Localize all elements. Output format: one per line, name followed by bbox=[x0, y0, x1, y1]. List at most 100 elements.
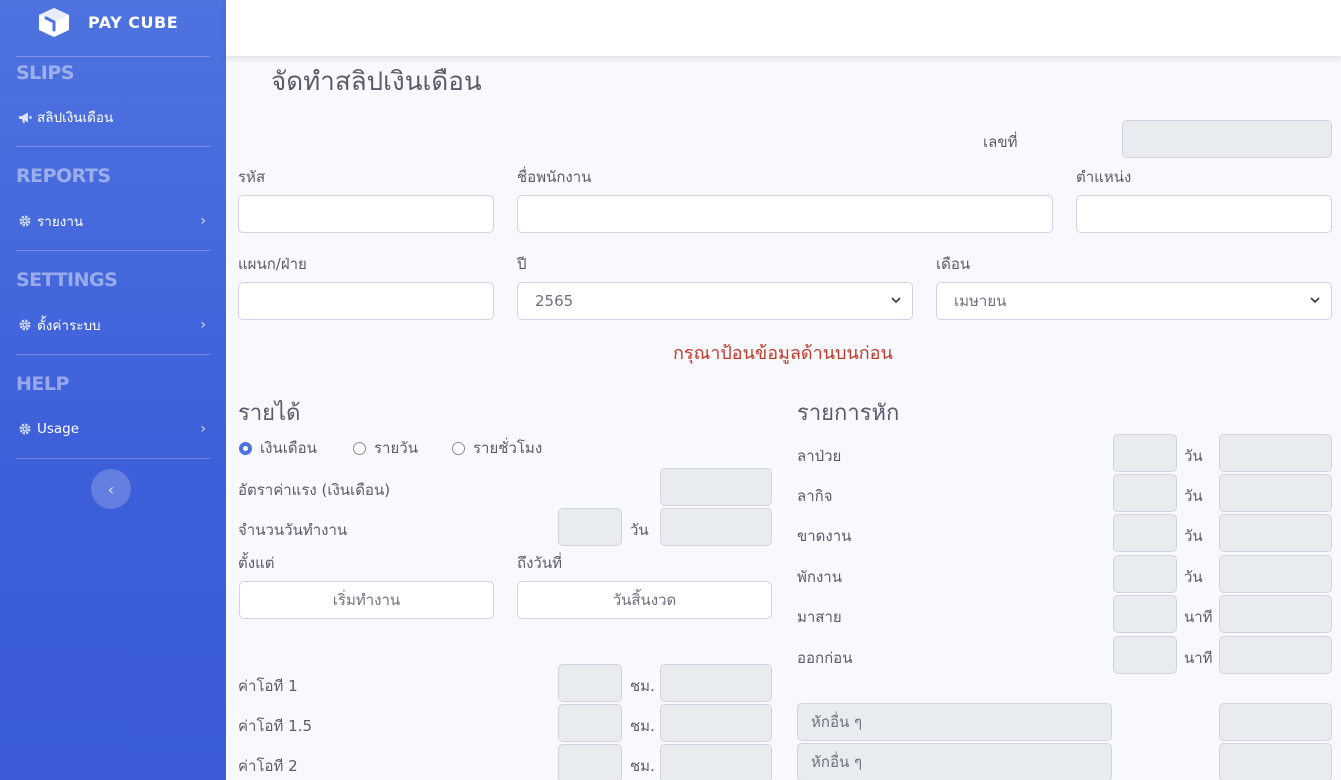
deduction-amount-field[interactable] bbox=[1219, 595, 1332, 633]
deduction-unit: วัน bbox=[1184, 447, 1203, 465]
department-field[interactable] bbox=[238, 282, 494, 320]
deduction-qty-field[interactable] bbox=[1113, 636, 1177, 674]
employee-name-label: ชื่อพนักงาน bbox=[517, 168, 592, 186]
sidebar-heading-settings: SETTINGS bbox=[16, 269, 118, 291]
sidebar-item-label: Usage bbox=[37, 421, 80, 437]
workdays-amount-field[interactable] bbox=[660, 508, 772, 546]
end-date-button[interactable]: วันสิ้นงวด bbox=[517, 581, 772, 619]
brand[interactable]: PAY CUBE bbox=[0, 0, 226, 44]
other-deduction-placeholder: หักอื่น ๆ bbox=[811, 753, 863, 771]
other-deduction-field[interactable]: หักอื่น ๆ bbox=[797, 743, 1112, 780]
deduction-qty-field[interactable] bbox=[1113, 474, 1177, 512]
sidebar-divider bbox=[16, 56, 210, 57]
other-deduction-amount-field[interactable] bbox=[1219, 703, 1332, 741]
workdays-label: จำนวนวันทำงาน bbox=[238, 521, 348, 539]
code-field[interactable] bbox=[238, 195, 494, 233]
deduction-qty-field[interactable] bbox=[1113, 434, 1177, 472]
sidebar-item-salary-slip[interactable]: สลิปเงินเดือน bbox=[0, 99, 226, 135]
deduction-label: พักงาน bbox=[797, 568, 842, 586]
deduction-unit: นาที bbox=[1184, 649, 1213, 667]
month-select[interactable]: เมษายน bbox=[936, 282, 1332, 320]
deduction-amount-field[interactable] bbox=[1219, 514, 1332, 552]
year-label: ปี bbox=[517, 255, 527, 273]
radio-label: รายชั่วโมง bbox=[473, 439, 543, 457]
radio-unchecked-icon bbox=[353, 441, 366, 455]
deduction-label: ลากิจ bbox=[797, 487, 833, 505]
sidebar-divider bbox=[16, 354, 210, 355]
workdays-unit: วัน bbox=[630, 521, 649, 539]
to-label: ถึงวันที่ bbox=[517, 554, 562, 572]
ot-hours-field[interactable] bbox=[558, 744, 622, 780]
deduction-label: ลาป่วย bbox=[797, 447, 842, 465]
gear-icon bbox=[17, 317, 33, 333]
deduction-amount-field[interactable] bbox=[1219, 434, 1332, 472]
employee-name-field[interactable] bbox=[517, 195, 1053, 233]
page-title: จัดทำสลิปเงินเดือน bbox=[271, 67, 482, 97]
sidebar-toggle-button[interactable]: ‹ bbox=[91, 469, 131, 509]
ot-unit: ชม. bbox=[630, 717, 655, 735]
topbar bbox=[226, 0, 1341, 56]
sidebar-item-label: สลิปเงินเดือน bbox=[37, 110, 114, 126]
ot-hours-field[interactable] bbox=[558, 704, 622, 742]
ot-amount-field[interactable] bbox=[660, 664, 772, 702]
radio-label: เงินเดือน bbox=[260, 439, 317, 457]
sidebar-item-usage[interactable]: Usage › bbox=[0, 411, 226, 447]
pay-type-monthly-radio[interactable]: เงินเดือน bbox=[239, 436, 317, 460]
deduction-amount-field[interactable] bbox=[1219, 474, 1332, 512]
sidebar-heading-slips: SLIPS bbox=[16, 62, 74, 84]
from-label: ตั้งแต่ bbox=[238, 554, 275, 572]
ot-amount-field[interactable] bbox=[660, 744, 772, 780]
ot-hours-field[interactable] bbox=[558, 664, 622, 702]
deductions-title: รายการหัก bbox=[797, 401, 900, 426]
income-title: รายได้ bbox=[238, 401, 301, 426]
warning-message: กรุณาป้อนข้อมูลด้านบนก่อน bbox=[673, 343, 893, 364]
deduction-unit: วัน bbox=[1184, 568, 1203, 586]
year-select[interactable]: 2565 bbox=[517, 282, 913, 320]
chevron-down-icon bbox=[1310, 297, 1320, 304]
department-label: แผนก/ฝ่าย bbox=[238, 255, 307, 273]
sidebar-item-reports[interactable]: รายงาน › bbox=[0, 203, 226, 239]
deduction-amount-field[interactable] bbox=[1219, 636, 1332, 674]
position-field[interactable] bbox=[1076, 195, 1332, 233]
pay-type-hourly-radio[interactable]: รายชั่วโมง bbox=[452, 436, 542, 460]
sidebar-heading-help: HELP bbox=[16, 373, 69, 395]
other-deduction-placeholder: หักอื่น ๆ bbox=[811, 713, 863, 731]
deduction-qty-field[interactable] bbox=[1113, 555, 1177, 593]
sidebar-item-settings[interactable]: ตั้งค่าระบบ › bbox=[0, 307, 226, 343]
sidebar: PAY CUBE SLIPS สลิปเงินเดือน REPORTS ราย… bbox=[0, 0, 226, 780]
chevron-down-icon bbox=[891, 297, 901, 304]
megaphone-icon bbox=[17, 109, 33, 125]
radio-checked-icon bbox=[239, 441, 252, 455]
rate-field[interactable] bbox=[660, 468, 772, 506]
rate-label: อัตราค่าแรง (เงินเดือน) bbox=[238, 481, 391, 499]
start-date-button[interactable]: เริ่มทำงาน bbox=[239, 581, 494, 619]
other-deduction-amount-field[interactable] bbox=[1219, 743, 1332, 780]
sidebar-divider bbox=[16, 146, 210, 147]
month-select-value: เมษายน bbox=[954, 292, 1007, 310]
pay-type-daily-radio[interactable]: รายวัน bbox=[353, 436, 418, 460]
deduction-qty-field[interactable] bbox=[1113, 514, 1177, 552]
chevron-right-icon: › bbox=[200, 213, 206, 229]
sidebar-divider bbox=[16, 250, 210, 251]
workdays-field[interactable] bbox=[558, 508, 622, 546]
deduction-label: มาสาย bbox=[797, 608, 842, 626]
ot-amount-field[interactable] bbox=[660, 704, 772, 742]
chevron-right-icon: › bbox=[200, 317, 206, 333]
number-field[interactable] bbox=[1122, 120, 1332, 158]
deduction-unit: วัน bbox=[1184, 487, 1203, 505]
chevron-right-icon: › bbox=[200, 421, 206, 437]
year-select-value: 2565 bbox=[535, 292, 574, 310]
ot-unit: ชม. bbox=[630, 677, 655, 695]
deduction-unit: วัน bbox=[1184, 527, 1203, 545]
radio-label: รายวัน bbox=[374, 439, 418, 457]
code-label: รหัส bbox=[238, 168, 266, 186]
other-deduction-field[interactable]: หักอื่น ๆ bbox=[797, 703, 1112, 741]
month-label: เดือน bbox=[936, 255, 971, 273]
deduction-qty-field[interactable] bbox=[1113, 595, 1177, 633]
ot-unit: ชม. bbox=[630, 757, 655, 775]
cube-logo-icon bbox=[39, 8, 69, 37]
radio-unchecked-icon bbox=[452, 441, 465, 455]
gear-icon bbox=[17, 421, 33, 437]
deduction-amount-field[interactable] bbox=[1219, 555, 1332, 593]
ot-label: ค่าโอที 1 bbox=[238, 677, 298, 695]
